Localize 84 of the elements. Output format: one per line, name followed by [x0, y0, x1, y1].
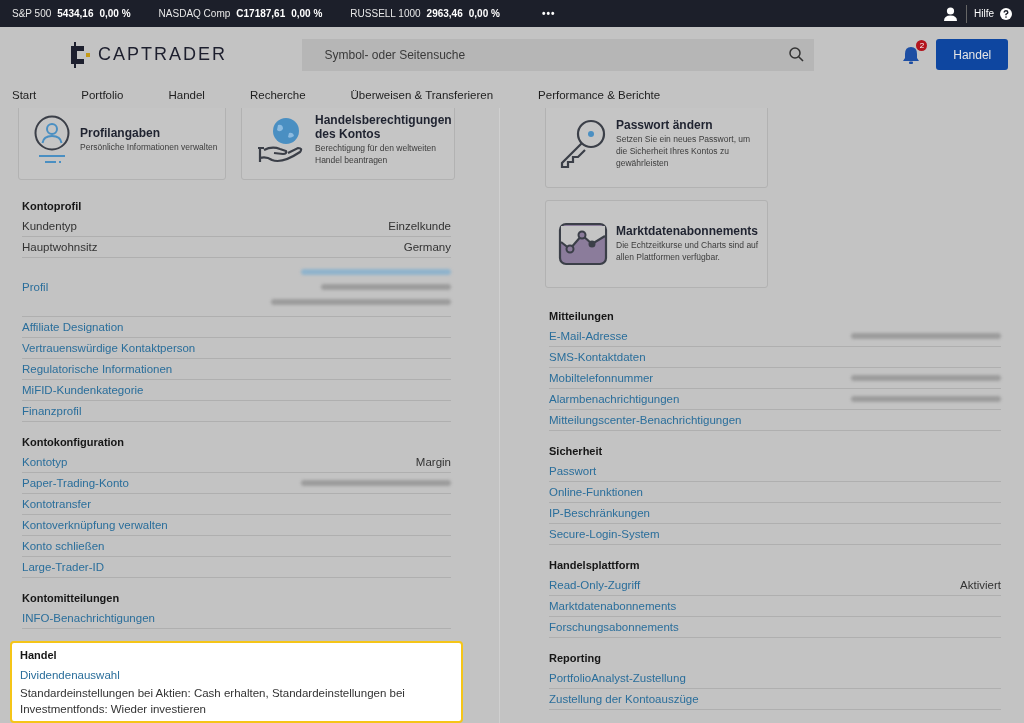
card-title: Profilangaben	[80, 126, 161, 141]
settings-link[interactable]: Kontotyp	[22, 456, 68, 468]
section-title: Kontoprofil	[22, 199, 83, 214]
nav-item[interactable]: Handel	[168, 89, 205, 101]
settings-link[interactable]: MiFID-Kundenkategorie	[22, 384, 144, 396]
card-description: Die Echtzeitkurse und Charts sind auf allen Plattformen verfügbar.	[616, 240, 760, 264]
nav-item[interactable]: Recherche	[249, 89, 306, 101]
setting-description: Standardeinstellungen bei Aktien: Cash erhalten, Standardeinstellungen bei Investmentfonds: Wieder investieren	[20, 686, 406, 718]
nav-item[interactable]: Portfolio	[81, 89, 124, 101]
feature-card[interactable]: Marktdatenabonnements Die Echtzeitkurse und Charts sind auf allen Plattformen verfügbar.	[545, 200, 768, 288]
search-field[interactable]: Symbol- oder Seitensuche	[302, 38, 815, 71]
settings-link[interactable]: Secure-Login-System	[549, 528, 660, 540]
logo-icon	[70, 41, 92, 68]
settings-link[interactable]: Alarmbenachrichtigungen	[549, 393, 680, 405]
settings-link[interactable]: Online-Funktionen	[549, 486, 643, 498]
settings-link[interactable]: Konto schließen	[22, 540, 105, 552]
nav-item[interactable]: Überweisen & Transferieren	[350, 89, 494, 101]
more-button[interactable]: •••	[541, 8, 556, 19]
settings-link[interactable]: Affiliate Designation	[22, 321, 124, 333]
settings-link[interactable]: IP-Beschränkungen	[549, 507, 650, 519]
card-title: Passwort ändern	[616, 118, 714, 133]
settings-link[interactable]: Forschungsabonnements	[549, 621, 679, 633]
feature-card[interactable]: Handelsberechtigungen des Kontos Berechtigung für den weltweiten Handel beantragen	[241, 108, 455, 180]
settings-link[interactable]: Regulatorische Informationen	[22, 363, 173, 375]
trade-button[interactable]: Handel	[936, 39, 1008, 70]
index-name: RUSSELL 1000	[350, 8, 421, 19]
settings-link[interactable]: Paper-Trading-Konto	[22, 477, 129, 489]
user-icon[interactable]	[944, 6, 957, 21]
field-value: Einzelkunde	[388, 220, 451, 232]
section-title: Handel	[20, 648, 58, 663]
help-link[interactable]: Hilfe	[974, 8, 994, 19]
settings-link[interactable]: Kontoverknüpfung verwalten	[22, 519, 168, 531]
feature-card[interactable]: Passwort ändern Setzen Sie ein neues Passwort, um die Sicherheit Ihres Kontos zu gewährleisten	[545, 108, 768, 188]
section-title: Mitteilungen	[549, 309, 615, 324]
logo-text: CAPTRADER	[98, 44, 227, 65]
settings-link[interactable]: Read-Only-Zugriff	[549, 579, 641, 591]
nav-item[interactable]: Performance & Berichte	[538, 89, 661, 101]
field-label: Kundentyp	[22, 220, 77, 232]
settings-link[interactable]: Finanzprofil	[22, 405, 82, 417]
settings-link[interactable]: SMS-Kontaktdaten	[549, 351, 646, 363]
section-title: Kontomitteilungen	[22, 591, 121, 606]
settings-link[interactable]: Mitteilungscenter-Benachrichtigungen	[549, 414, 742, 426]
settings-link[interactable]: E-Mail-Adresse	[549, 330, 628, 342]
index-change: 0,00 %	[291, 8, 323, 19]
index-name: NASDAQ Comp	[158, 8, 231, 19]
section-title: Reporting	[549, 651, 602, 666]
settings-link[interactable]: Mobiltelefonnummer	[549, 372, 654, 384]
key-icon	[558, 119, 608, 169]
section-title: Sicherheit	[549, 444, 604, 459]
index-value: 5434,16	[57, 8, 94, 19]
index-value: C17187,61	[236, 8, 286, 19]
settings-link[interactable]: Zustellung der Kontoauszüge	[549, 693, 699, 705]
settings-link[interactable]: Vertrauenswürdige Kontaktperson	[22, 342, 196, 354]
feature-card[interactable]: Profilangaben Persönliche Informationen verwalten	[18, 108, 226, 180]
settings-link[interactable]: Profil	[22, 281, 49, 293]
settings-link[interactable]: Passwort	[549, 465, 597, 477]
card-description: Berechtigung für den weltweiten Handel beantragen	[315, 143, 437, 167]
section-title: Handelsplattform	[549, 558, 641, 573]
field-value: Germany	[403, 241, 451, 253]
field-label: Hauptwohnsitz	[22, 241, 98, 253]
profile-icon	[33, 115, 71, 165]
index-value: 2963,46	[426, 8, 463, 19]
nav-item[interactable]: Start	[12, 89, 37, 101]
index-change: 0,00 %	[468, 8, 500, 19]
card-description: Persönliche Informationen verwalten	[80, 142, 219, 154]
index-change: 0,00 %	[99, 8, 131, 19]
bell-icon[interactable]	[902, 44, 921, 65]
card-title: Marktdatenabonnements	[616, 224, 760, 239]
card-description: Setzen Sie ein neues Passwort, um die Sicherheit Ihres Kontos zu gewährleisten	[616, 134, 752, 170]
settings-link[interactable]: PortfolioAnalyst-Zustellung	[549, 672, 686, 684]
help-icon[interactable]	[1000, 7, 1012, 20]
settings-link[interactable]: Marktdatenabonnements	[549, 600, 677, 612]
field-value: Margin	[415, 456, 451, 468]
settings-link[interactable]: Kontotransfer	[22, 498, 92, 510]
card-title: Handelsberechtigungen des Kontos	[315, 113, 450, 142]
settings-link[interactable]: Dividendenauswahl	[20, 669, 120, 681]
field-value: Aktiviert	[960, 579, 1001, 591]
chart-icon	[558, 222, 608, 266]
notification-badge: 2	[916, 39, 928, 51]
settings-link[interactable]: Large-Trader-ID	[22, 561, 105, 573]
search-icon[interactable]	[789, 46, 805, 62]
section-title: Kontokonfiguration	[22, 435, 126, 450]
index-name: S&P 500	[12, 8, 52, 19]
settings-link[interactable]: INFO-Benachrichtigungen	[22, 612, 155, 624]
